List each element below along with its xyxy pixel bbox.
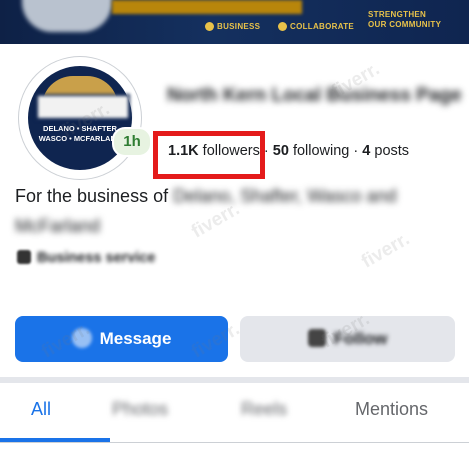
cover-item-strengthen: STRENGTHEN OUR COMMUNITY <box>368 10 442 29</box>
page-title: North Kern Local Business Page <box>167 85 462 106</box>
tab-bar-border <box>0 442 469 443</box>
page-category: Business service <box>17 250 156 266</box>
cover-logo <box>22 0 112 32</box>
check-icon <box>205 22 214 32</box>
profile-stats: 1.1K followers · 50 following · 4 posts <box>168 143 410 159</box>
tab-all[interactable]: All <box>31 399 51 420</box>
check-icon <box>278 22 287 32</box>
cover-photo[interactable]: BUSINESS COLLABORATE STRENGTHEN OUR COMMU… <box>0 0 469 44</box>
cover-item-business: BUSINESS <box>205 22 260 32</box>
following-link[interactable]: 50 following <box>273 143 350 159</box>
page-bio: For the business of Delano, Shafter, Was… <box>15 186 397 236</box>
followers-link[interactable]: 1.1K followers <box>168 143 260 159</box>
message-button[interactable]: Message <box>15 316 228 362</box>
tab-photos[interactable]: Photos <box>112 399 168 420</box>
logo-banner <box>36 94 130 120</box>
cover-banner-strip <box>112 0 302 14</box>
briefcase-icon <box>17 250 31 264</box>
section-divider <box>0 377 469 383</box>
tab-reels[interactable]: Reels <box>241 399 287 420</box>
follow-button[interactable]: Follow <box>240 316 455 362</box>
tab-mentions[interactable]: Mentions <box>355 399 428 420</box>
active-time-badge: 1h <box>112 127 152 157</box>
profile-avatar[interactable]: DELANO • SHAFTER WASCO • MCFARLAND <box>19 57 141 179</box>
follow-icon <box>307 329 326 347</box>
cover-item-collaborate: COLLABORATE <box>278 22 354 32</box>
messenger-icon <box>71 328 92 348</box>
posts-link[interactable]: 4 posts <box>362 143 409 159</box>
